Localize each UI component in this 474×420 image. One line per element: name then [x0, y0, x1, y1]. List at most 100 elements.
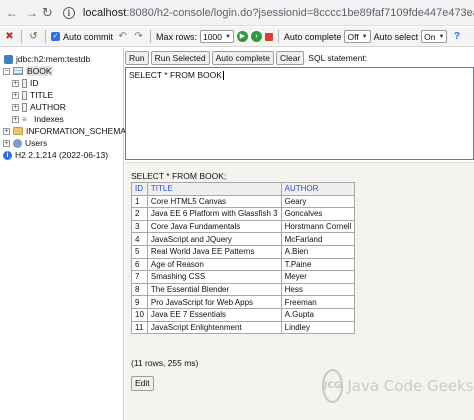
run-button[interactable]: Run: [125, 51, 149, 65]
toolbar-separator: [45, 30, 46, 43]
run-icon[interactable]: ▶: [236, 31, 248, 42]
sql-editor[interactable]: SELECT * FROM BOOK: [125, 67, 474, 160]
collapse-icon[interactable]: −: [3, 67, 10, 75]
cell-author: Lindley: [280, 320, 356, 335]
cell-author: Geary: [280, 194, 356, 209]
column-icon: [22, 90, 27, 100]
column-header-author[interactable]: AUTHOR: [280, 182, 356, 196]
cell-title: Java EE 7 Essentials: [146, 307, 282, 322]
stop-icon[interactable]: [264, 32, 273, 41]
cell-title: JavaScript Enlightenment: [146, 320, 282, 335]
table-row: 11 JavaScript Enlightenment Lindley: [131, 320, 356, 335]
cell-title: Java EE 6 Platform with Glassfish 3: [146, 207, 282, 221]
tree-users[interactable]: + Users: [3, 137, 47, 149]
toolbar-separator: [21, 30, 22, 43]
edit-button[interactable]: Edit: [131, 376, 154, 391]
tree-table-book[interactable]: − BOOK: [3, 65, 53, 77]
expand-icon[interactable]: +: [3, 139, 10, 147]
cell-id: 5: [131, 244, 148, 259]
chevron-down-icon: ▼: [361, 33, 368, 40]
cell-author: Meyer: [280, 270, 356, 284]
expand-icon[interactable]: +: [12, 91, 19, 99]
tree-column-title[interactable]: + TITLE: [12, 89, 53, 101]
sql-statement-label: SQL statement:: [308, 53, 368, 63]
commit-icon[interactable]: ↷: [132, 30, 145, 43]
schema-tree: jdbc:h2:mem:testdb − BOOK + ID + TITLE +…: [0, 48, 126, 420]
column-icon: [22, 102, 27, 112]
url-field[interactable]: i localhost:8080/h2-console/login.do?jse…: [62, 3, 474, 23]
version-label: H2 2.1.214 (2022-06-13): [15, 150, 109, 160]
auto-commit-label: Auto commit: [63, 31, 114, 42]
table-row: 2 Java EE 6 Platform with Glassfish 3 Gonc…: [131, 207, 356, 221]
column-header-title[interactable]: TITLE: [146, 182, 282, 196]
table-row: 10 Java EE 7 Essentials A.Gupta: [131, 307, 356, 322]
auto-complete-label: Auto complete: [283, 31, 342, 42]
column-label: ID: [30, 78, 39, 88]
schema-label: INFORMATION_SCHEMA: [26, 126, 126, 136]
table-row: 3 Core Java Fundamentals Horstmann Cornell: [131, 219, 356, 234]
cell-id: 4: [131, 232, 148, 246]
indexes-label: Indexes: [34, 114, 64, 124]
tree-information-schema[interactable]: + INFORMATION_SCHEMA: [3, 125, 126, 137]
table-label: BOOK: [26, 66, 53, 76]
cell-title: Real World Java EE Patterns: [146, 244, 282, 259]
cell-author: Hess: [280, 282, 356, 297]
forward-arrow-icon[interactable]: →: [26, 0, 38, 26]
cell-id: 7: [131, 270, 148, 284]
clear-button[interactable]: Clear: [275, 51, 305, 65]
result-query-text: SELECT * FROM BOOK;: [131, 171, 227, 181]
tree-column-author[interactable]: + AUTHOR: [12, 101, 66, 113]
column-label: TITLE: [30, 90, 54, 100]
column-header-id[interactable]: ID: [131, 182, 148, 196]
toolbar-separator: [277, 30, 279, 43]
back-arrow-icon[interactable]: ←: [6, 0, 18, 26]
cell-id: 3: [131, 219, 148, 234]
max-rows-select[interactable]: 1000 ▼: [200, 30, 234, 43]
expand-icon[interactable]: +: [12, 79, 19, 87]
expand-icon[interactable]: +: [3, 127, 10, 135]
expand-icon[interactable]: +: [12, 103, 19, 111]
row-count: (11 rows, 255 ms): [131, 358, 199, 368]
auto-select-select[interactable]: On ▼: [421, 30, 448, 43]
jcg-logo-icon: JCG: [322, 369, 344, 403]
site-info-icon[interactable]: i: [62, 6, 75, 19]
cell-title: JavaScript and JQuery: [146, 232, 282, 246]
brand-text: Java Code Geeks: [347, 377, 474, 395]
table-row: 8 The Essential Blender Hess: [131, 282, 356, 297]
table-row: 6 Age of Reason T.Paine: [131, 257, 356, 272]
table-icon: [13, 67, 23, 75]
auto-select-label: Auto select: [373, 31, 419, 42]
refresh-icon[interactable]: ↺: [27, 30, 40, 43]
cell-title: Core HTML5 Canvas: [146, 194, 282, 209]
column-label: AUTHOR: [30, 102, 66, 112]
rollback-icon[interactable]: ↶: [116, 30, 129, 43]
help-icon[interactable]: ?: [450, 30, 463, 43]
cell-id: 10: [131, 307, 148, 322]
connection-label: jdbc:h2:mem:testdb: [16, 54, 91, 64]
h2-toolbar: ✖ ↺ ✓ Auto commit ↶ ↷ Max rows: 1000 ▼ ▶ …: [0, 27, 474, 47]
folder-icon: [13, 127, 23, 135]
max-rows-label: Max rows:: [156, 31, 198, 42]
cell-author: Goncalves: [280, 207, 356, 221]
reload-icon[interactable]: ↻: [42, 0, 53, 26]
table-row: 4 JavaScript and JQuery McFarland: [131, 232, 356, 246]
run-selected-icon[interactable]: ›: [250, 31, 262, 42]
cell-author: Freeman: [280, 295, 356, 309]
auto-complete-button[interactable]: Auto complete: [211, 51, 274, 65]
tree-version: i H2 2.1.214 (2022-06-13): [3, 149, 108, 161]
result-table: ID TITLE AUTHOR 1 Core HTML5 Canvas Geary 2…: [131, 182, 356, 335]
tree-connection[interactable]: jdbc:h2:mem:testdb: [4, 53, 90, 65]
auto-complete-select[interactable]: Off ▼: [344, 30, 371, 43]
tree-indexes[interactable]: + ≡ Indexes: [12, 113, 64, 125]
cell-id: 8: [131, 282, 148, 297]
cell-id: 6: [131, 257, 148, 272]
run-selected-button[interactable]: Run Selected: [150, 51, 210, 65]
url-text[interactable]: localhost:8080/h2-console/login.do?jsess…: [83, 7, 474, 19]
disconnect-icon[interactable]: ✖: [3, 30, 16, 43]
cell-author: A.Gupta: [280, 307, 356, 322]
tree-column-id[interactable]: + ID: [12, 77, 39, 89]
auto-commit-checkbox[interactable]: ✓: [51, 32, 60, 41]
expand-icon[interactable]: +: [12, 115, 19, 123]
info-icon: i: [3, 150, 12, 160]
users-icon: [13, 138, 22, 148]
